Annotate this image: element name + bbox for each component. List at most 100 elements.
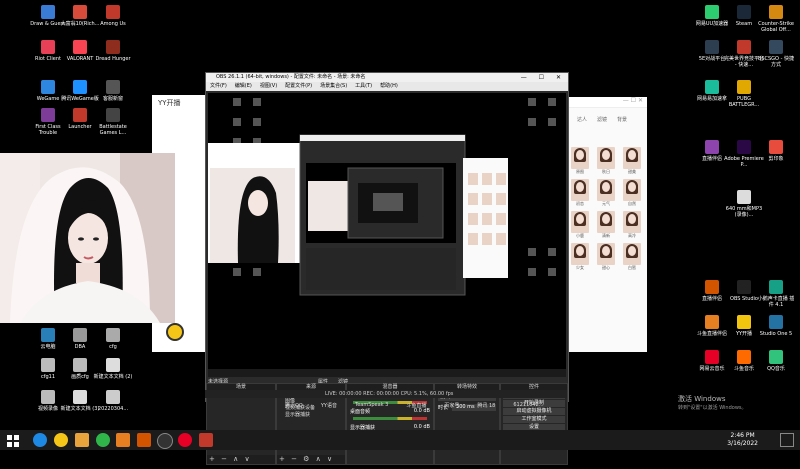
obs-window[interactable]: OBS 26.1.1 (64-bit, windows) - 配置文件: 未命名…	[205, 72, 569, 465]
obs-menu-item[interactable]: 场景集合(S)	[320, 82, 347, 91]
app-icon	[41, 328, 55, 342]
clock-date: 3/16/2022	[727, 440, 758, 447]
filter-tile-label: 元气	[602, 201, 610, 206]
obs-statusbar: LIVE: 00:00:00 REC: 00:00:00 CPU: 5.1%, …	[205, 390, 567, 398]
filter-tile[interactable]: 秋日	[597, 147, 615, 174]
filter-tile[interactable]: 元气	[597, 179, 615, 206]
desktop-icon-label: PUBG BATTLEGR...	[728, 96, 760, 108]
filter-tile[interactable]: 原图	[571, 147, 589, 174]
app-icon	[737, 315, 751, 329]
control-button[interactable]: 启动虚拟摄像机	[503, 408, 565, 415]
desktop-icon[interactable]: Studio One 5	[756, 315, 796, 337]
mixer-channel: 桌面音频 0.0 dB	[347, 407, 433, 423]
filter-tile[interactable]: 少女	[571, 243, 589, 270]
obs-menu-item[interactable]: 工具(T)	[355, 82, 372, 91]
desktop-shortcut-label[interactable]: 腾讯QQ	[285, 402, 303, 409]
obs-titlebar[interactable]: OBS 26.1.1 (64-bit, windows) - 配置文件: 未命名…	[206, 73, 568, 82]
tile-face	[576, 246, 584, 256]
obs-menu-item[interactable]: 编辑(E)	[235, 82, 252, 91]
app-icon	[73, 328, 87, 342]
obs-window-controls[interactable]: — ☐ ✕	[521, 73, 566, 82]
app-icon	[41, 40, 55, 54]
desktop-icon[interactable]: Among Us	[93, 5, 133, 27]
obs-menu-item[interactable]: 视图(V)	[260, 82, 277, 91]
tab-filter[interactable]: 滤镜	[597, 116, 607, 123]
app-icon	[106, 108, 120, 122]
app-icon	[705, 140, 719, 154]
desktop-shortcut-label[interactable]: 百家号	[444, 402, 459, 409]
tile-face	[576, 214, 584, 224]
app2-taskbar-icon[interactable]	[137, 433, 151, 447]
obs-preview[interactable]	[208, 93, 566, 377]
taskbar: 2:46 PM 3/16/2022	[0, 430, 800, 450]
system-clock[interactable]: 2:46 PM 3/16/2022	[727, 432, 758, 448]
desktop-icon[interactable]: 剪印象	[756, 140, 796, 162]
source-item[interactable]: 显示器捕获	[277, 412, 345, 419]
netease-music-icon[interactable]	[178, 433, 192, 447]
desktop-icon[interactable]: Dread Hunger	[93, 40, 133, 62]
desktop-icon[interactable]: 小鹅声卡直播 插件 4.1	[756, 280, 796, 308]
app-icon	[769, 40, 783, 54]
desktop-shortcut-label[interactable]: 腾讯 18	[477, 402, 495, 409]
volume-meter[interactable]	[353, 417, 427, 420]
desktop-icon[interactable]: 客服新窗	[93, 80, 133, 102]
desktop-icon[interactable]: PUBG BATTLEGR...	[724, 80, 764, 108]
desktop-icon-label: Battlestate Games L...	[99, 124, 127, 136]
desktop-shortcut-label[interactable]: 斗鱼直播	[406, 402, 426, 409]
app-icon	[769, 315, 783, 329]
desktop-icon[interactable]: 新建文本文档 (2)	[93, 358, 133, 380]
windows-start-icon[interactable]	[6, 433, 20, 447]
desktop-icon-label: 新建文本文档 (2)	[93, 374, 133, 380]
desktop-shortcut-label[interactable]: 61211042...	[513, 402, 543, 409]
desktop-icon[interactable]: 20220304...	[93, 390, 133, 412]
desktop-icon[interactable]: BSCSGO - 快捷方式	[756, 40, 796, 68]
app-icon	[106, 5, 120, 19]
filter-tile[interactable]: 白皙	[623, 243, 641, 270]
tile-face	[628, 214, 636, 224]
obs-taskbar-icon[interactable]	[157, 433, 173, 449]
obs-menu-item[interactable]: 文件(F)	[210, 82, 227, 91]
obs-menu-item[interactable]: 帮助(H)	[380, 82, 398, 91]
tile-face	[576, 182, 584, 192]
desktop-icon[interactable]: Battlestate Games L...	[93, 108, 133, 136]
tab-master[interactable]: 达人	[577, 116, 587, 123]
desktop-shortcut-label[interactable]: TeamSpeak 3	[355, 402, 388, 409]
file-explorer-icon[interactable]	[75, 433, 89, 447]
obs-menu-item[interactable]: 配置文件(P)	[285, 82, 312, 91]
tile-face	[576, 150, 584, 160]
app-icon	[737, 40, 751, 54]
filter-tile-label: 高冷	[628, 233, 636, 238]
desktop-icon[interactable]: Counter-Strike Global Off...	[756, 5, 796, 33]
filter-tile[interactable]: 清新	[597, 211, 615, 238]
filter-tile[interactable]: 初恋	[571, 179, 589, 206]
desktop-icon[interactable]: 640 mm和MP3 (录像)...	[724, 190, 764, 218]
filter-tile[interactable]: 甜心	[597, 243, 615, 270]
filter-tile[interactable]: 甜美	[623, 147, 641, 174]
edge-icon[interactable]	[33, 433, 47, 447]
app-icon	[41, 80, 55, 94]
beauty-app-window[interactable]: — ☐ ✕ 达人 滤镜 背景 原图 秋日 甜美初恋 元气 自然小鹿 清新 高冷少女 甜心 白皙	[567, 97, 647, 352]
notification-icon[interactable]	[780, 433, 794, 447]
app-icon	[106, 390, 120, 404]
filter-tile[interactable]: 自然	[623, 179, 641, 206]
app-icon	[73, 80, 87, 94]
filter-tile[interactable]: 小鹿	[571, 211, 589, 238]
yy-record-icon[interactable]	[166, 323, 184, 341]
wechat-icon[interactable]	[96, 433, 110, 447]
desktop-shortcut-label[interactable]: YY语音	[321, 402, 337, 409]
filter-tile[interactable]: 高冷	[623, 211, 641, 238]
app-taskbar-icon[interactable]	[116, 433, 130, 447]
app-icon	[705, 350, 719, 364]
yy-taskbar-icon[interactable]	[54, 433, 68, 447]
live-app-taskbar-icon[interactable]	[199, 433, 213, 447]
tab-background[interactable]: 背景	[617, 116, 627, 123]
sources-toolbar[interactable]: + − ⚙ ∧ ∨	[277, 455, 345, 464]
tile-face	[628, 150, 636, 160]
scenes-toolbar[interactable]: + − ∧ ∨	[207, 455, 275, 464]
control-button[interactable]: 工作室模式	[503, 416, 565, 423]
filter-tile-label: 自然	[628, 201, 636, 206]
desktop-icon[interactable]: QQ音乐	[756, 350, 796, 372]
desktop-icon[interactable]: cfg	[93, 328, 133, 350]
app-icon	[73, 358, 87, 372]
app-window-controls[interactable]: — ☐ ✕	[567, 97, 647, 108]
